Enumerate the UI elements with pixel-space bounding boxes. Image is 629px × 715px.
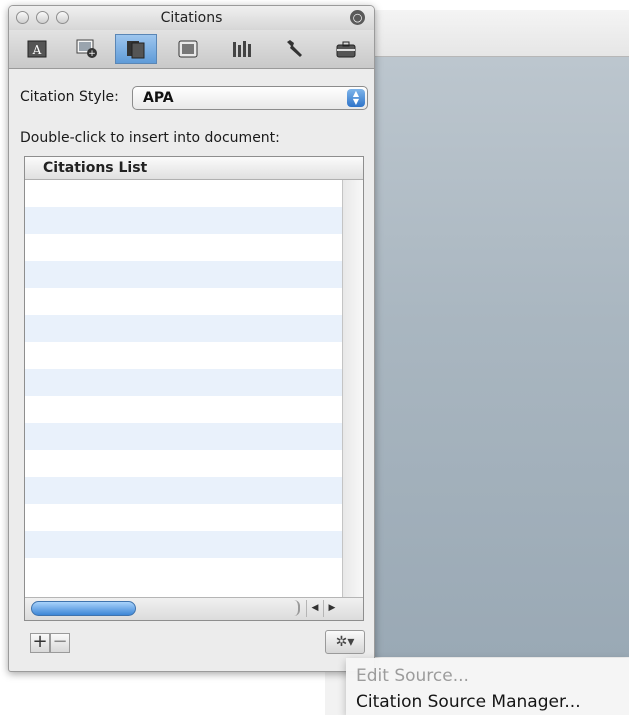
horizontal-scrollbar[interactable]: ◀ ▶ — [25, 597, 363, 620]
reference-tools-icon — [233, 41, 251, 57]
reference-tools-tool-button[interactable] — [221, 34, 263, 64]
citations-tool-button[interactable] — [115, 34, 157, 64]
citations-palette: Citations ○ A + Citation Style: APA ▲ ▼ … — [8, 5, 375, 672]
palette-toolbar: A + — [9, 30, 374, 69]
instruction-text: Double-click to insert into document: — [20, 130, 280, 146]
citations-icon — [127, 41, 145, 59]
list-row[interactable] — [25, 531, 342, 558]
wrench-icon — [287, 40, 302, 57]
media-browser-icon: + — [76, 39, 97, 59]
window-title: Citations — [160, 10, 223, 26]
list-column-header[interactable]: Citations List — [25, 157, 363, 180]
text-style-icon: A — [27, 40, 47, 58]
palette-toggle-button[interactable]: ○ — [350, 10, 365, 25]
horizontal-scroll-thumb[interactable] — [31, 601, 136, 616]
list-row[interactable] — [25, 234, 342, 261]
list-row[interactable] — [25, 558, 342, 585]
list-row[interactable] — [25, 288, 342, 315]
list-row[interactable] — [25, 207, 342, 234]
svg-text:+: + — [88, 49, 96, 59]
remove-citation-button[interactable]: − — [50, 633, 70, 653]
list-row[interactable] — [25, 261, 342, 288]
citation-style-value: APA — [143, 90, 174, 106]
action-menu: Edit Source... Citation Source Manager..… — [346, 658, 629, 715]
toolbox-tool-button[interactable] — [325, 34, 367, 64]
list-row[interactable] — [25, 369, 342, 396]
scroll-left-arrow-icon[interactable]: ◀ — [306, 600, 323, 617]
menu-item-citation-source-manager[interactable]: Citation Source Manager... — [356, 692, 581, 712]
scroll-track-end — [293, 600, 300, 616]
document-toolbar — [365, 10, 629, 57]
citation-style-label: Citation Style: — [20, 89, 119, 105]
list-row[interactable] — [25, 504, 342, 531]
list-row[interactable] — [25, 315, 342, 342]
text-style-tool-button[interactable]: A — [16, 34, 58, 64]
scroll-right-arrow-icon[interactable]: ▶ — [323, 600, 340, 617]
wrench-tool-button[interactable] — [273, 34, 315, 64]
list-row[interactable] — [25, 423, 342, 450]
chevron-up-down-icon: ▲ ▼ — [347, 89, 365, 107]
action-gear-button[interactable]: ✲▾ — [325, 630, 365, 654]
list-row[interactable] — [25, 477, 342, 504]
toolbox-icon — [336, 41, 356, 58]
menu-item-edit-source[interactable]: Edit Source... — [356, 666, 469, 686]
svg-text:A: A — [32, 43, 42, 57]
list-row[interactable] — [25, 450, 342, 477]
citation-style-popup[interactable]: APA ▲ ▼ — [132, 86, 368, 110]
document-element-tool-button[interactable] — [167, 34, 209, 64]
media-browser-tool-button[interactable]: + — [66, 34, 108, 64]
list-header-label: Citations List — [43, 160, 148, 176]
list-rows — [25, 180, 342, 585]
document-element-icon — [178, 40, 198, 58]
list-row[interactable] — [25, 342, 342, 369]
citations-list[interactable]: Citations List ◀ ▶ — [24, 156, 364, 621]
vertical-scrollbar[interactable] — [342, 180, 363, 600]
list-row[interactable] — [25, 180, 342, 207]
add-citation-button[interactable]: + — [30, 633, 50, 653]
palette-titlebar[interactable]: Citations ○ — [9, 6, 374, 30]
list-row[interactable] — [25, 396, 342, 423]
